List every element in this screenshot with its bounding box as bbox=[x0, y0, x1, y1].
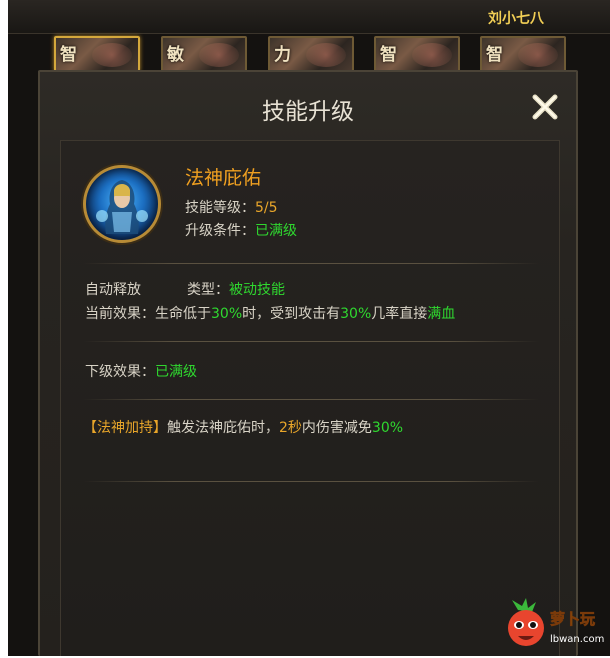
hero-attribute-label: 智 bbox=[380, 45, 397, 65]
bonus-text: 内伤害减免 bbox=[301, 420, 372, 436]
watermark-brand: 萝卜玩 bbox=[550, 610, 595, 628]
bonus-value: 30% bbox=[371, 420, 404, 436]
skill-level-line: 技能等级：5/5 bbox=[185, 197, 278, 217]
radish-mascot-icon: 萝卜玩 lbwan.com bbox=[508, 598, 604, 646]
divider bbox=[83, 481, 539, 482]
skill-detail-panel: 法神庇佑 技能等级：5/5 升级条件：已满级 自动释放 类型：被动技能 当前效果：… bbox=[60, 140, 560, 656]
close-button[interactable] bbox=[528, 90, 562, 124]
hero-portrait-strip: 智 敏 力 智 智 bbox=[48, 36, 568, 72]
next-effect-line: 下级效果：已满级 bbox=[85, 361, 197, 381]
player-name: 刘小七八 bbox=[488, 11, 544, 27]
hero-portrait-1[interactable]: 智 bbox=[54, 36, 140, 72]
skill-name: 法神庇佑 bbox=[185, 167, 262, 189]
bonus-duration: 2秒 bbox=[279, 420, 302, 436]
bonus-text: 触发法神庇佑时， bbox=[167, 420, 279, 436]
effect-value: 满血 bbox=[427, 306, 456, 322]
portrait-art bbox=[412, 43, 452, 67]
hero-portrait-5[interactable]: 智 bbox=[480, 36, 566, 72]
mage-portrait-icon bbox=[96, 180, 148, 234]
skill-level-label: 技能等级： bbox=[185, 200, 255, 216]
top-bar: 刘小七八 bbox=[8, 0, 610, 34]
watermark-url: lbwan.com bbox=[550, 634, 604, 645]
hero-attribute-label: 智 bbox=[60, 45, 77, 65]
portrait-art bbox=[306, 43, 346, 67]
auto-release-label: 自动释放 bbox=[85, 282, 141, 298]
next-effect-value: 已满级 bbox=[155, 364, 197, 380]
hero-attribute-label: 敏 bbox=[167, 45, 184, 65]
portrait-art bbox=[92, 43, 132, 67]
close-x-icon bbox=[532, 94, 558, 120]
next-effect-label: 下级效果： bbox=[85, 364, 155, 380]
effect-value: 30% bbox=[211, 306, 243, 322]
portrait-art bbox=[199, 43, 239, 67]
upgrade-condition-value: 已满级 bbox=[255, 223, 297, 239]
release-type-line: 自动释放 类型：被动技能 bbox=[85, 279, 285, 299]
skill-type-value: 被动技能 bbox=[229, 282, 285, 298]
upgrade-condition-line: 升级条件：已满级 bbox=[185, 220, 297, 240]
skill-upgrade-dialog: 技能升级 法神庇佑 技能等级：5/5 升级条件：已满级 自动释放类型：被动技能 … bbox=[38, 70, 578, 656]
portrait-art bbox=[518, 43, 558, 67]
hero-attribute-label: 力 bbox=[274, 45, 291, 65]
effect-text: 几率直接 bbox=[371, 306, 428, 322]
bonus-effect-line: 【法神加持】触发法神庇佑时，2秒内伤害减免30% bbox=[83, 417, 403, 437]
skill-type-label: 类型： bbox=[187, 282, 229, 298]
bonus-tag: 【法神加持】 bbox=[83, 420, 167, 436]
skill-icon bbox=[83, 165, 161, 243]
current-effect-line: 当前效果：生命低于30%时，受到攻击有30%几率直接满血 bbox=[85, 303, 455, 323]
divider bbox=[83, 341, 539, 342]
hero-portrait-3[interactable]: 力 bbox=[268, 36, 354, 72]
skill-level-value: 5/5 bbox=[255, 200, 278, 216]
effect-text: 时，受到攻击有 bbox=[242, 306, 341, 322]
upgrade-condition-label: 升级条件： bbox=[185, 223, 255, 239]
effect-text: 生命低于 bbox=[155, 306, 211, 322]
site-watermark: 萝卜玩 lbwan.com bbox=[502, 598, 606, 654]
hero-portrait-4[interactable]: 智 bbox=[374, 36, 460, 72]
dialog-title: 技能升级 bbox=[262, 99, 354, 125]
current-effect-label: 当前效果： bbox=[85, 306, 155, 322]
hero-attribute-label: 智 bbox=[486, 45, 503, 65]
divider bbox=[83, 263, 539, 264]
divider bbox=[83, 399, 539, 400]
effect-value: 30% bbox=[340, 306, 372, 322]
hero-portrait-2[interactable]: 敏 bbox=[161, 36, 247, 72]
